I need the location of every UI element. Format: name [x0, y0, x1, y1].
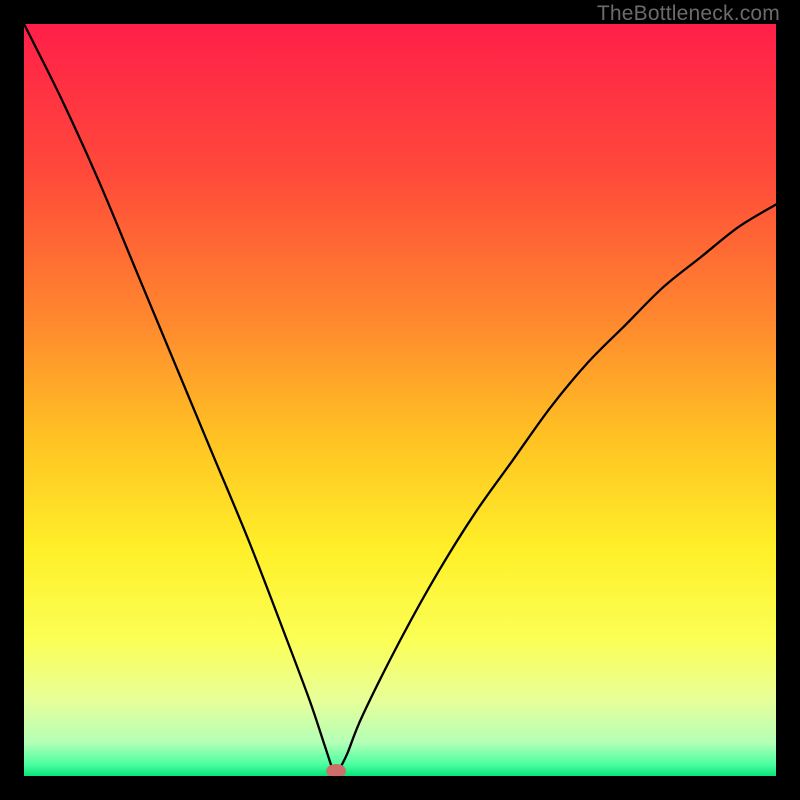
- watermark-text: TheBottleneck.com: [597, 2, 780, 26]
- chart-frame: TheBottleneck.com: [0, 0, 800, 800]
- gradient-background: [24, 24, 776, 776]
- chart-svg: [24, 24, 776, 776]
- plot-area: [24, 24, 776, 776]
